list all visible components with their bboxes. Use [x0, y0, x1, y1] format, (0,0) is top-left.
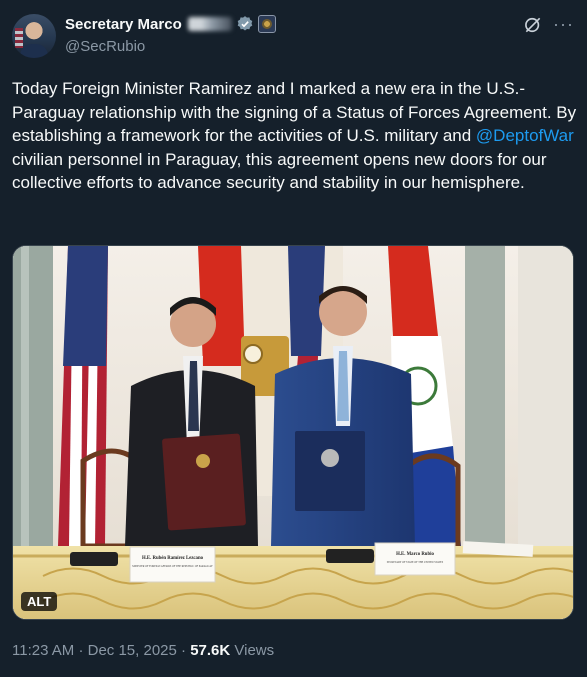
meta-separator: · [78, 642, 84, 659]
author-display-name[interactable]: Secretary Marco [65, 16, 182, 33]
redacted-name-blur [187, 17, 232, 31]
verified-badge-icon[interactable] [236, 15, 254, 33]
author-handle[interactable]: @SecRubio [65, 38, 145, 55]
more-horizontal-icon[interactable]: ··· [553, 14, 574, 35]
photo-scene: H.E. Rubén Ramírez Lezcano MINISTER OF F… [13, 246, 573, 619]
author-avatar[interactable] [12, 14, 56, 58]
tweet-text: Today Foreign Minister Ramirez and I mar… [12, 77, 578, 195]
placard-left-title: MINISTER OF FOREIGN AFFAIRS OF THE REPUB… [132, 565, 213, 568]
avatar-flag [15, 28, 23, 48]
tweet-meta: 11:23 AM · Dec 15, 2025 · 57.6K Views [12, 642, 274, 659]
mention-link[interactable]: @DeptofWar [476, 126, 574, 145]
alt-text-badge[interactable]: ALT [21, 592, 58, 611]
tweet-time[interactable]: 11:23 AM [12, 642, 74, 659]
government-seal-icon[interactable] [257, 15, 276, 33]
tweet-photo[interactable]: H.E. Rubén Ramírez Lezcano MINISTER OF F… [12, 245, 574, 620]
grok-icon[interactable] [523, 15, 543, 35]
tweet-date[interactable]: Dec 15, 2025 [88, 642, 177, 659]
placard-right-title: SECRETARY OF STATE OF THE UNITED STATES [387, 561, 444, 564]
views-count[interactable]: 57.6K [190, 642, 230, 659]
avatar-suit [20, 44, 48, 58]
tweet-text-part-2: civilian personnel in Paraguay, this agr… [12, 149, 547, 193]
placard-left-name: H.E. Rubén Ramírez Lezcano [142, 556, 204, 561]
meta-separator: · [181, 642, 187, 659]
placard-right-name: H.E. Marco Rubio [396, 552, 434, 557]
views-label: Views [234, 642, 275, 659]
author-name-row: Secretary Marco [65, 15, 276, 33]
